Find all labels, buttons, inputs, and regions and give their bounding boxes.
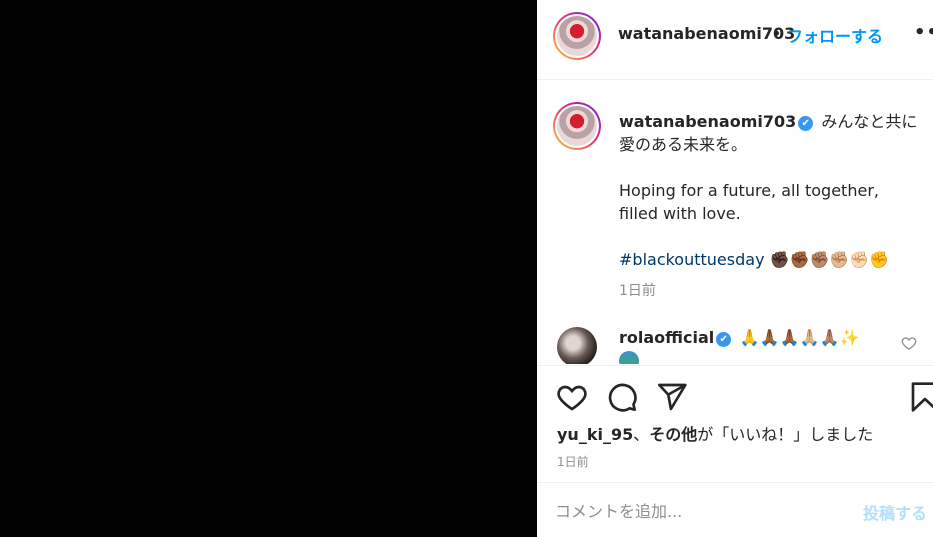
bookmark-icon[interactable] <box>909 381 933 413</box>
verified-badge-icon: ✔ <box>798 116 814 131</box>
comment-emojis: 🙏🙏🏾🙏🏾🙏🏼🙏🏽✨ <box>739 328 860 347</box>
post-media[interactable] <box>0 0 537 537</box>
caption-avatar[interactable] <box>553 102 601 150</box>
comment-like-heart-icon[interactable] <box>901 335 917 351</box>
add-comment-bar: 投稿する <box>537 482 933 537</box>
action-bar <box>537 365 933 426</box>
liker-username[interactable]: yu_ki_95 <box>557 425 633 444</box>
verified-badge-icon: ✔ <box>716 332 732 347</box>
author-avatar[interactable] <box>553 12 601 60</box>
likes-separator: 、 <box>633 425 650 444</box>
post-comment-button[interactable]: 投稿する <box>863 500 927 524</box>
caption-line1: みんなと共に <box>821 112 918 131</box>
post-header: watanabenaomi703 • フォローする ••• <box>537 0 933 80</box>
hashtag-link[interactable]: #blackouttuesday <box>619 250 765 269</box>
commenter-avatar[interactable] <box>557 327 597 364</box>
follow-button[interactable]: フォローする <box>787 23 883 47</box>
more-options-icon[interactable]: ••• <box>914 22 933 43</box>
comment-input[interactable] <box>555 499 835 523</box>
globe-emoji-icon <box>619 351 639 364</box>
comment-item: rolaofficial ✔ 🙏🙏🏾🙏🏾🙏🏼🙏🏽✨ <box>619 328 859 364</box>
header-separator: • <box>772 24 782 43</box>
post-caption: watanabenaomi703 ✔ みんなと共に 愛のある未来を。 Hoping… <box>619 110 919 271</box>
caption-username[interactable]: watanabenaomi703 <box>619 112 796 131</box>
commenter-username[interactable]: rolaofficial <box>619 328 714 347</box>
share-icon[interactable] <box>656 381 688 413</box>
fist-emojis: ✊🏿✊🏾✊🏽✊🏼✊🏻✊ <box>769 250 890 269</box>
author-username[interactable]: watanabenaomi703 <box>618 24 795 43</box>
comments-section[interactable]: watanabenaomi703 ✔ みんなと共に 愛のある未来を。 Hoping… <box>537 80 933 364</box>
caption-line2: 愛のある未来を。 <box>619 135 748 154</box>
heart-icon[interactable] <box>556 381 588 413</box>
caption-timestamp: 1日前 <box>619 283 656 299</box>
likes-summary: yu_ki_95、その他が「いいね！」しました <box>557 421 873 445</box>
post-timestamp[interactable]: 1日前 <box>557 453 589 470</box>
comment-icon[interactable] <box>606 381 638 413</box>
post-panel: watanabenaomi703 • フォローする ••• watanabena… <box>537 0 933 537</box>
likes-others-link[interactable]: その他 <box>649 425 697 444</box>
likes-suffix: が「いいね！」しました <box>697 425 874 444</box>
caption-english: Hoping for a future, all together, fille… <box>619 181 879 223</box>
